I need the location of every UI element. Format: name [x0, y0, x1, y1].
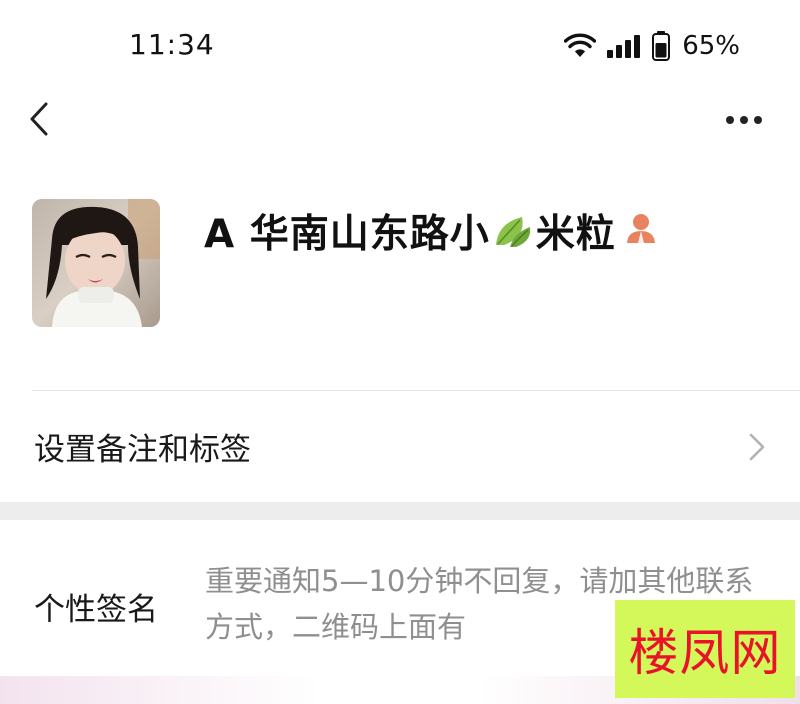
more-button[interactable] — [722, 104, 770, 136]
signal-icon — [607, 35, 641, 58]
signature-label: 个性签名 — [34, 592, 158, 628]
battery-icon — [652, 31, 671, 61]
profile-name-part2: 米粒 — [535, 212, 616, 257]
wifi-icon — [564, 33, 597, 57]
back-button[interactable] — [22, 98, 62, 142]
status-indicators: 65% — [564, 30, 740, 62]
set-remark-tags-row[interactable]: 设置备注和标签 — [0, 392, 800, 502]
avatar-photo — [32, 199, 160, 327]
avatar[interactable] — [32, 199, 160, 327]
profile-name: A 华南山东路小 米粒 — [204, 204, 658, 258]
chevron-right-icon — [749, 433, 765, 461]
watermark-text: 楼凤网 — [628, 624, 782, 682]
profile-name-part1: A 华南山东路小 — [204, 212, 490, 257]
more-dots-icon — [726, 116, 762, 124]
status-bar: 11:34 65% — [0, 0, 800, 92]
battery-percent: 65% — [682, 31, 740, 61]
contact-person-icon — [624, 211, 658, 245]
watermark: 楼凤网 — [615, 600, 795, 698]
divider — [32, 390, 800, 391]
chevron-left-icon — [30, 102, 48, 136]
status-time: 11:34 — [129, 28, 215, 61]
section-separator — [0, 502, 800, 520]
leaf-icon — [492, 211, 534, 251]
set-remark-tags-label: 设置备注和标签 — [34, 432, 251, 468]
